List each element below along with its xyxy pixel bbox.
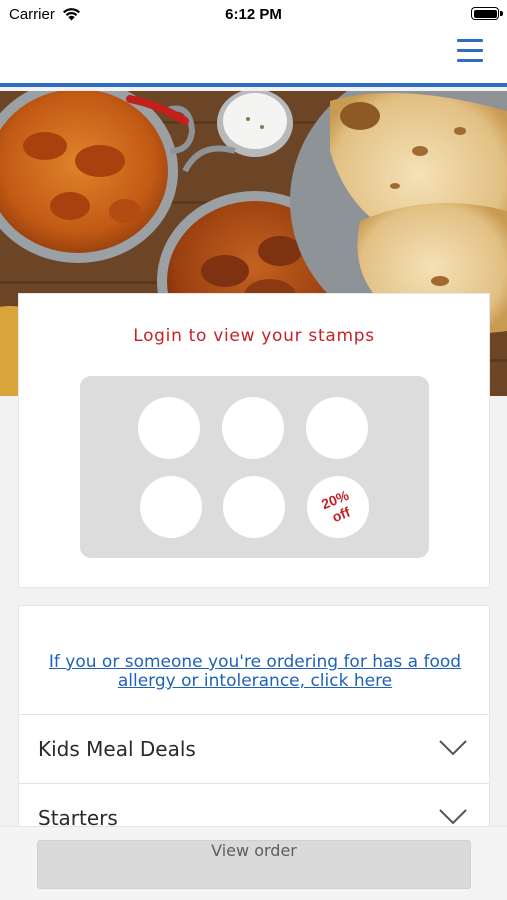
stamp-panel: 20% off: [80, 376, 429, 558]
allergy-info-link[interactable]: If you or someone you're ordering for ha…: [39, 653, 471, 691]
reward-label: 20% off: [319, 486, 353, 526]
stamp-slot: [306, 397, 368, 459]
category-label: Kids Meal Deals: [38, 737, 196, 761]
loyalty-stamp-card: Login to view your stamps 20% off: [18, 293, 490, 588]
category-kids-meal-deals[interactable]: Kids Meal Deals: [19, 714, 489, 784]
bottom-bar: View order: [0, 826, 507, 900]
top-nav-bar: [0, 30, 507, 87]
status-bar: Carrier 6:12 PM: [0, 0, 507, 30]
clock: 6:12 PM: [225, 6, 282, 23]
menu-card: If you or someone you're ordering for ha…: [18, 605, 490, 845]
stamp-slot: [223, 476, 285, 538]
stamp-card-title[interactable]: Login to view your stamps: [19, 326, 489, 346]
view-order-button[interactable]: View order: [37, 840, 471, 889]
stamp-slot: [140, 476, 202, 538]
reward-stamp: 20% off: [307, 476, 369, 538]
stamp-slot: [138, 397, 200, 459]
battery-icon: [471, 7, 503, 20]
chevron-down-icon: [439, 740, 467, 760]
stamp-slot: [222, 397, 284, 459]
hamburger-menu-icon[interactable]: [457, 39, 483, 63]
